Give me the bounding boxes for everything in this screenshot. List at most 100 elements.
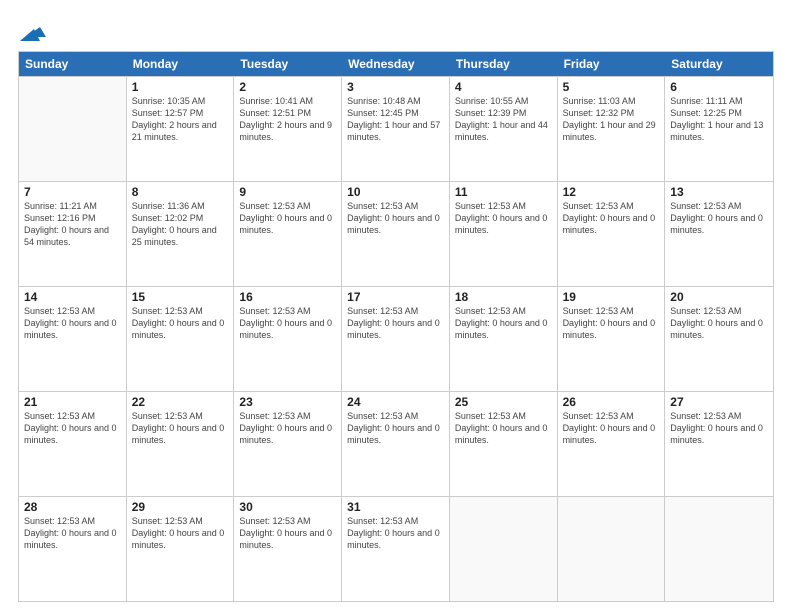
day-cell: 27Sunset: 12:53 AM Daylight: 0 hours and…	[665, 392, 773, 496]
day-info: Sunrise: 10:48 AM Sunset: 12:45 PM Dayli…	[347, 95, 444, 144]
day-number: 20	[670, 290, 768, 304]
day-number: 9	[239, 185, 336, 199]
day-cell: 14Sunset: 12:53 AM Daylight: 0 hours and…	[19, 287, 127, 391]
day-number: 17	[347, 290, 444, 304]
day-info: Sunset: 12:53 AM Daylight: 0 hours and 0…	[239, 200, 336, 236]
day-info: Sunrise: 10:55 AM Sunset: 12:39 PM Dayli…	[455, 95, 552, 144]
day-info: Sunset: 12:53 AM Daylight: 0 hours and 0…	[239, 410, 336, 446]
day-info: Sunset: 12:53 AM Daylight: 0 hours and 0…	[563, 200, 660, 236]
day-number: 1	[132, 80, 229, 94]
day-info: Sunset: 12:53 AM Daylight: 0 hours and 0…	[563, 305, 660, 341]
day-number: 18	[455, 290, 552, 304]
day-info: Sunset: 12:53 AM Daylight: 0 hours and 0…	[239, 515, 336, 551]
day-number: 25	[455, 395, 552, 409]
day-header-friday: Friday	[558, 52, 666, 76]
day-number: 28	[24, 500, 121, 514]
week-row-1: 1Sunrise: 10:35 AM Sunset: 12:57 PM Dayl…	[19, 76, 773, 181]
day-number: 6	[670, 80, 768, 94]
day-header-saturday: Saturday	[665, 52, 773, 76]
day-info: Sunset: 12:53 AM Daylight: 0 hours and 0…	[132, 515, 229, 551]
day-info: Sunrise: 11:03 AM Sunset: 12:32 PM Dayli…	[563, 95, 660, 144]
day-cell: 25Sunset: 12:53 AM Daylight: 0 hours and…	[450, 392, 558, 496]
day-info: Sunset: 12:53 AM Daylight: 0 hours and 0…	[563, 410, 660, 446]
day-cell: 5Sunrise: 11:03 AM Sunset: 12:32 PM Dayl…	[558, 77, 666, 181]
day-info: Sunset: 12:53 AM Daylight: 0 hours and 0…	[24, 515, 121, 551]
calendar-page: SundayMondayTuesdayWednesdayThursdayFrid…	[0, 0, 792, 612]
day-number: 10	[347, 185, 444, 199]
day-number: 11	[455, 185, 552, 199]
day-header-thursday: Thursday	[450, 52, 558, 76]
day-cell: 3Sunrise: 10:48 AM Sunset: 12:45 PM Dayl…	[342, 77, 450, 181]
day-info: Sunset: 12:53 AM Daylight: 0 hours and 0…	[132, 410, 229, 446]
day-info: Sunrise: 10:41 AM Sunset: 12:51 PM Dayli…	[239, 95, 336, 144]
weeks-container: 1Sunrise: 10:35 AM Sunset: 12:57 PM Dayl…	[19, 76, 773, 601]
day-info: Sunset: 12:53 AM Daylight: 0 hours and 0…	[670, 410, 768, 446]
day-info: Sunset: 12:53 AM Daylight: 0 hours and 0…	[670, 305, 768, 341]
day-info: Sunrise: 10:35 AM Sunset: 12:57 PM Dayli…	[132, 95, 229, 144]
day-header-sunday: Sunday	[19, 52, 127, 76]
day-number: 13	[670, 185, 768, 199]
day-number: 12	[563, 185, 660, 199]
day-number: 29	[132, 500, 229, 514]
day-cell: 7Sunrise: 11:21 AM Sunset: 12:16 PM Dayl…	[19, 182, 127, 286]
day-number: 16	[239, 290, 336, 304]
week-row-5: 28Sunset: 12:53 AM Daylight: 0 hours and…	[19, 496, 773, 601]
day-cell: 4Sunrise: 10:55 AM Sunset: 12:39 PM Dayl…	[450, 77, 558, 181]
day-number: 21	[24, 395, 121, 409]
day-cell: 16Sunset: 12:53 AM Daylight: 0 hours and…	[234, 287, 342, 391]
day-info: Sunset: 12:53 AM Daylight: 0 hours and 0…	[132, 305, 229, 341]
day-cell: 6Sunrise: 11:11 AM Sunset: 12:25 PM Dayl…	[665, 77, 773, 181]
day-cell	[558, 497, 666, 601]
day-number: 30	[239, 500, 336, 514]
day-number: 31	[347, 500, 444, 514]
day-number: 4	[455, 80, 552, 94]
day-cell	[450, 497, 558, 601]
logo	[18, 18, 46, 41]
week-row-2: 7Sunrise: 11:21 AM Sunset: 12:16 PM Dayl…	[19, 181, 773, 286]
week-row-3: 14Sunset: 12:53 AM Daylight: 0 hours and…	[19, 286, 773, 391]
day-info: Sunset: 12:53 AM Daylight: 0 hours and 0…	[24, 410, 121, 446]
day-number: 24	[347, 395, 444, 409]
day-cell: 12Sunset: 12:53 AM Daylight: 0 hours and…	[558, 182, 666, 286]
day-number: 8	[132, 185, 229, 199]
day-cell: 24Sunset: 12:53 AM Daylight: 0 hours and…	[342, 392, 450, 496]
day-cell: 28Sunset: 12:53 AM Daylight: 0 hours and…	[19, 497, 127, 601]
day-cell: 17Sunset: 12:53 AM Daylight: 0 hours and…	[342, 287, 450, 391]
day-cell: 31Sunset: 12:53 AM Daylight: 0 hours and…	[342, 497, 450, 601]
week-row-4: 21Sunset: 12:53 AM Daylight: 0 hours and…	[19, 391, 773, 496]
day-number: 7	[24, 185, 121, 199]
day-cell: 10Sunset: 12:53 AM Daylight: 0 hours and…	[342, 182, 450, 286]
day-cell	[19, 77, 127, 181]
day-number: 3	[347, 80, 444, 94]
day-cell: 13Sunset: 12:53 AM Daylight: 0 hours and…	[665, 182, 773, 286]
day-info: Sunrise: 11:21 AM Sunset: 12:16 PM Dayli…	[24, 200, 121, 249]
day-info: Sunset: 12:53 AM Daylight: 0 hours and 0…	[347, 515, 444, 551]
day-number: 23	[239, 395, 336, 409]
day-cell: 11Sunset: 12:53 AM Daylight: 0 hours and…	[450, 182, 558, 286]
logo-icon	[20, 19, 46, 41]
day-info: Sunset: 12:53 AM Daylight: 0 hours and 0…	[455, 200, 552, 236]
day-info: Sunrise: 11:11 AM Sunset: 12:25 PM Dayli…	[670, 95, 768, 144]
day-cell: 30Sunset: 12:53 AM Daylight: 0 hours and…	[234, 497, 342, 601]
day-cell: 23Sunset: 12:53 AM Daylight: 0 hours and…	[234, 392, 342, 496]
day-cell: 1Sunrise: 10:35 AM Sunset: 12:57 PM Dayl…	[127, 77, 235, 181]
day-number: 2	[239, 80, 336, 94]
day-cell	[665, 497, 773, 601]
day-number: 19	[563, 290, 660, 304]
day-number: 26	[563, 395, 660, 409]
day-info: Sunset: 12:53 AM Daylight: 0 hours and 0…	[455, 410, 552, 446]
day-info: Sunset: 12:53 AM Daylight: 0 hours and 0…	[239, 305, 336, 341]
day-number: 15	[132, 290, 229, 304]
day-header-monday: Monday	[127, 52, 235, 76]
day-cell: 8Sunrise: 11:36 AM Sunset: 12:02 PM Dayl…	[127, 182, 235, 286]
day-cell: 21Sunset: 12:53 AM Daylight: 0 hours and…	[19, 392, 127, 496]
day-info: Sunset: 12:53 AM Daylight: 0 hours and 0…	[347, 200, 444, 236]
day-info: Sunrise: 11:36 AM Sunset: 12:02 PM Dayli…	[132, 200, 229, 249]
day-cell: 9Sunset: 12:53 AM Daylight: 0 hours and …	[234, 182, 342, 286]
day-info: Sunset: 12:53 AM Daylight: 0 hours and 0…	[347, 410, 444, 446]
day-number: 27	[670, 395, 768, 409]
day-info: Sunset: 12:53 AM Daylight: 0 hours and 0…	[24, 305, 121, 341]
day-info: Sunset: 12:53 AM Daylight: 0 hours and 0…	[455, 305, 552, 341]
day-number: 22	[132, 395, 229, 409]
day-cell: 15Sunset: 12:53 AM Daylight: 0 hours and…	[127, 287, 235, 391]
